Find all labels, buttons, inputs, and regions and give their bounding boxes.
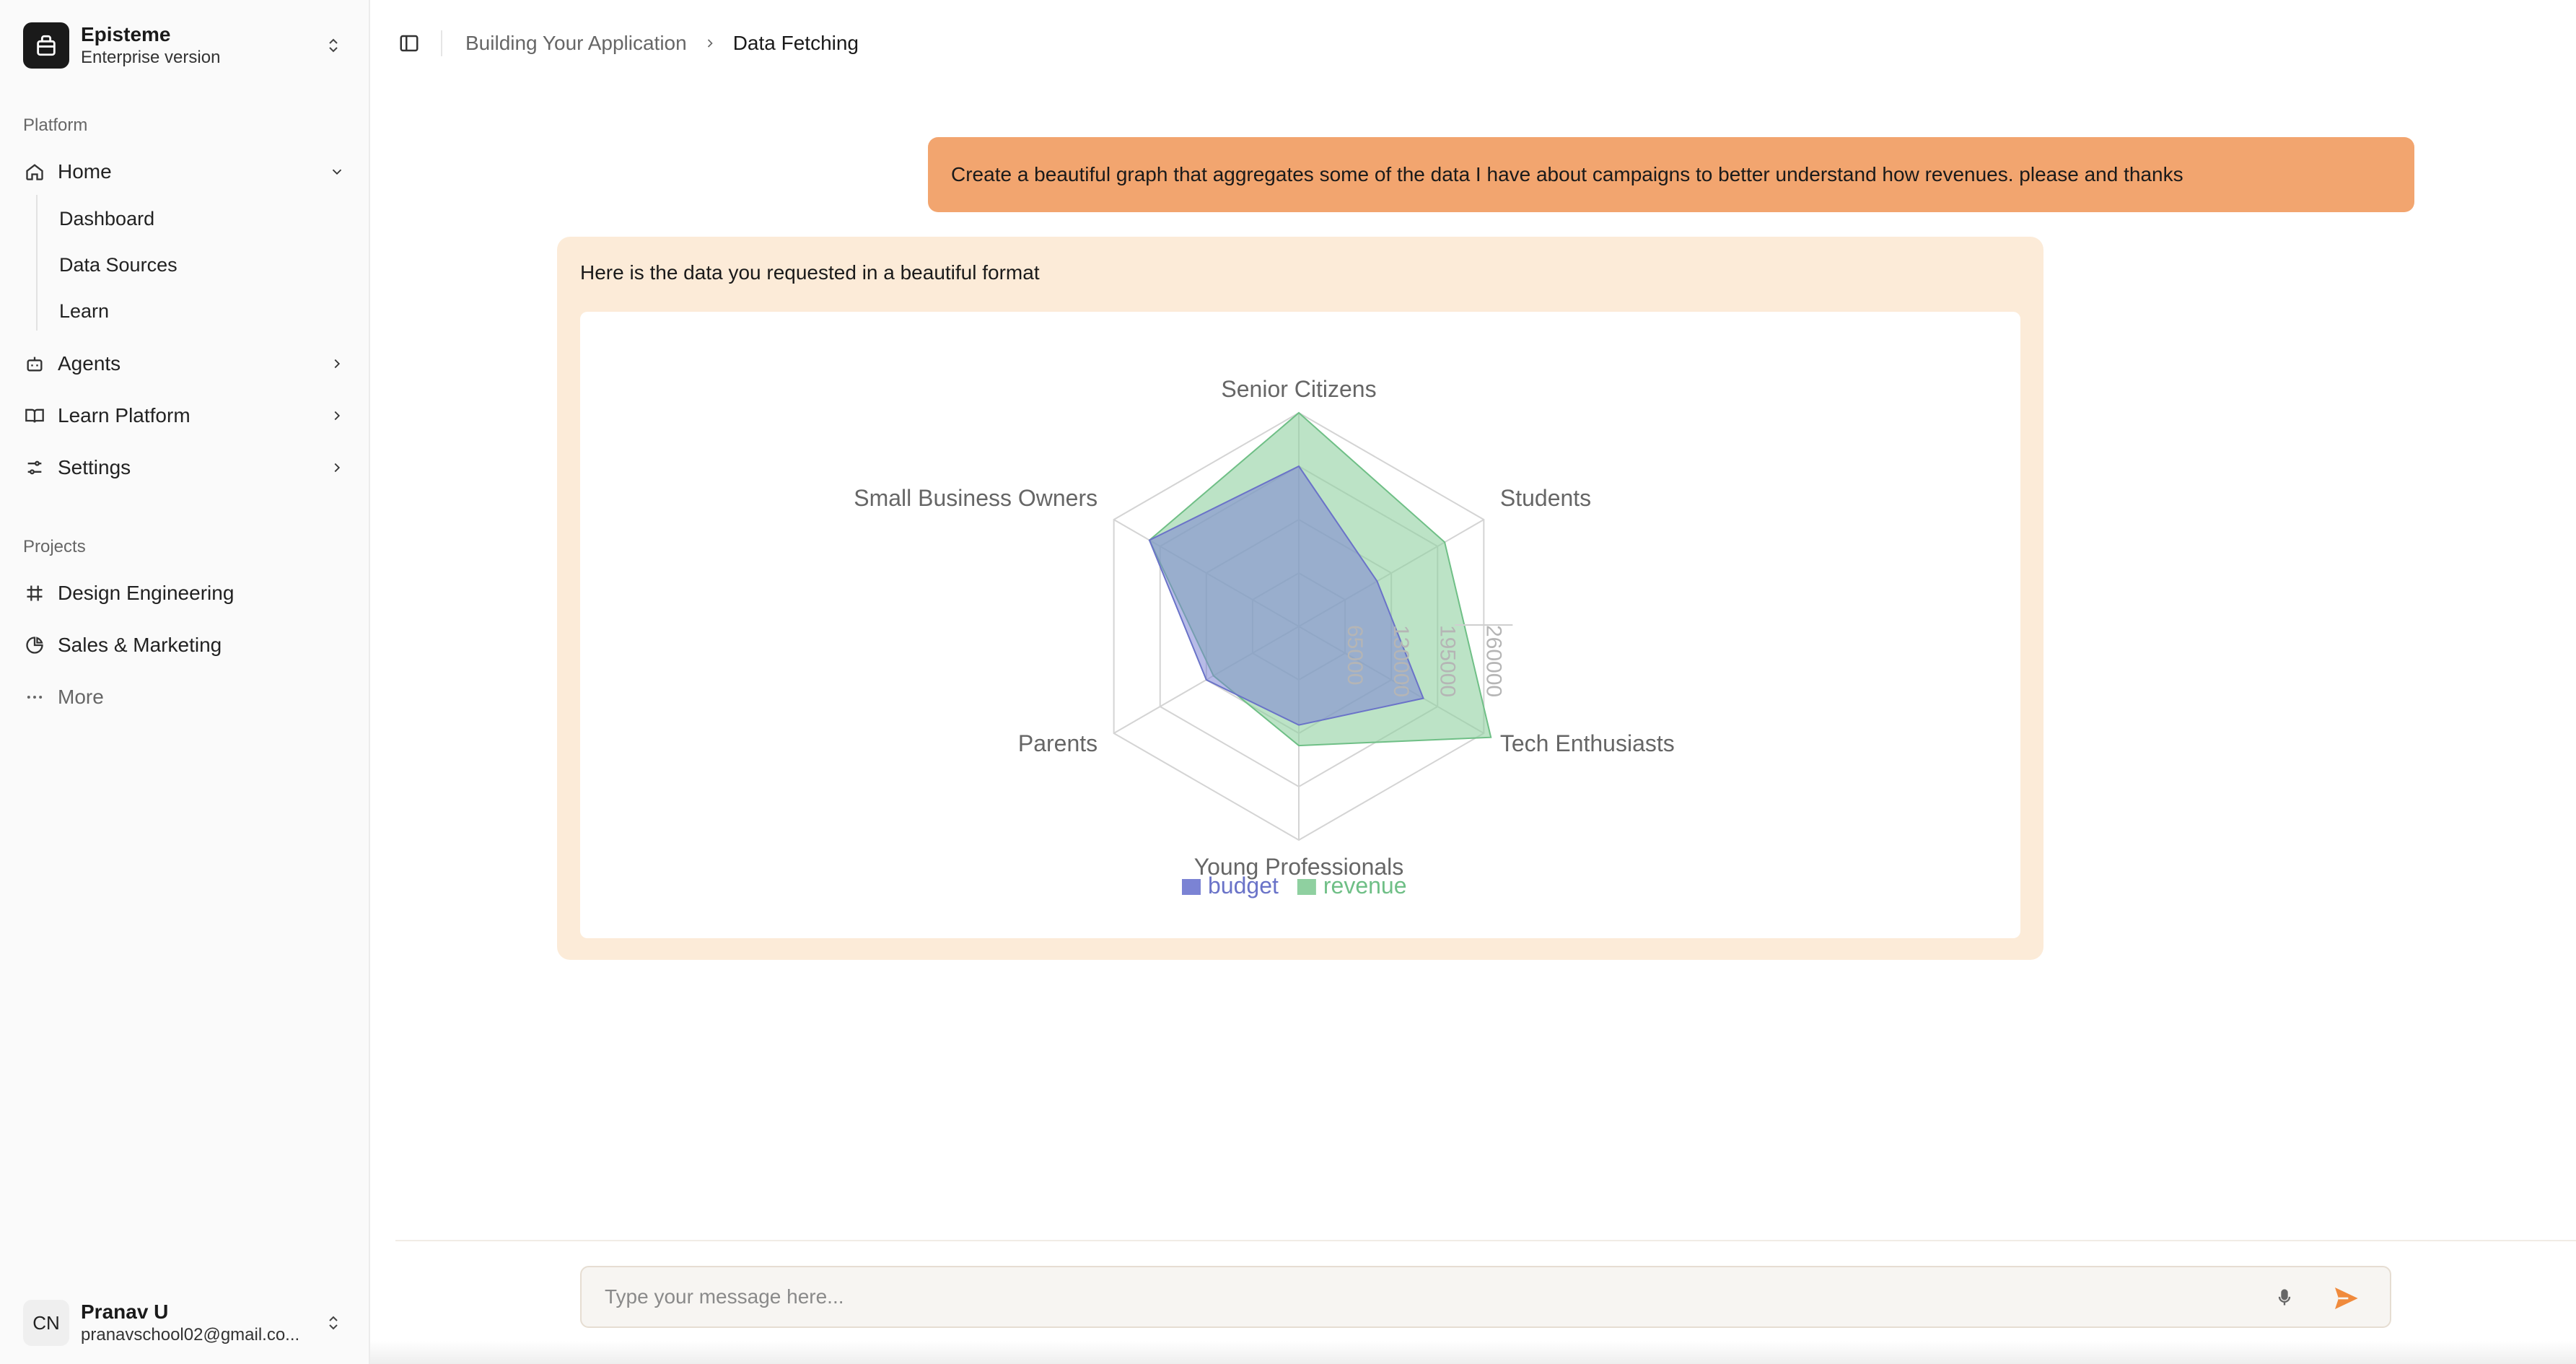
sidebar: Episteme Enterprise version Platform Hom… <box>0 0 370 1364</box>
sidebar-item-more[interactable]: More <box>23 677 348 717</box>
header-divider <box>441 30 442 56</box>
home-icon <box>23 160 46 183</box>
sidebar-item-label: Settings <box>58 456 131 478</box>
sidebar-item-learn[interactable]: Learn <box>59 300 109 323</box>
sidebar-item-data-sources[interactable]: Data Sources <box>59 254 178 276</box>
chevrons-up-down-icon <box>319 1308 348 1337</box>
sidebar-item-label: Learn Platform <box>58 404 190 427</box>
radar-category-label: Tech Enthusiasts <box>1500 730 1675 756</box>
chevron-down-icon <box>326 161 348 183</box>
avatar: CN <box>23 1300 69 1346</box>
assistant-message-text: Here is the data you requested in a beau… <box>580 261 1040 284</box>
radar-category-label: Parents <box>1018 730 1098 756</box>
project-sales-marketing[interactable]: Sales & Marketing <box>23 625 348 665</box>
book-icon <box>23 404 46 427</box>
org-text: Episteme Enterprise version <box>81 22 319 69</box>
microphone-icon[interactable] <box>2270 1283 2299 1312</box>
breadcrumb-parent[interactable]: Building Your Application <box>465 32 687 55</box>
chevron-right-icon <box>326 405 348 427</box>
bottom-shadow <box>370 1341 2576 1364</box>
chevron-right-icon <box>326 457 348 478</box>
projects-section-label: Projects <box>23 537 86 556</box>
platform-section-label: Platform <box>23 115 88 135</box>
top-header: Building Your Application Data Fetching <box>370 0 2576 89</box>
sidebar-item-label: Agents <box>58 352 121 375</box>
radar-tick-label: 260000 <box>1481 625 1505 697</box>
org-switcher[interactable]: Episteme Enterprise version <box>23 22 348 69</box>
radar-category-label: Small Business Owners <box>854 485 1098 511</box>
user-message-bubble: Create a beautiful graph that aggregates… <box>928 137 2414 212</box>
sliders-icon <box>23 456 46 479</box>
pie-chart-icon <box>23 634 46 657</box>
user-text: Pranav U pranavschool02@gmail.co... <box>81 1300 319 1346</box>
radar-category-label: Senior Citizens <box>1221 376 1376 402</box>
bot-icon <box>23 352 46 375</box>
radar-chart: 65000 130000 195000 260000 Senior Citizens St… <box>854 376 1675 899</box>
radar-chart-card: 65000 130000 195000 260000 Senior Citizens St… <box>580 312 2020 938</box>
user-menu[interactable]: CN Pranav U pranavschool02@gmail.co... <box>23 1299 348 1347</box>
radar-tick-label: 130000 <box>1389 625 1413 697</box>
org-name: Episteme <box>81 23 171 45</box>
breadcrumb: Building Your Application Data Fetching <box>465 32 859 55</box>
sidebar-toggle-icon[interactable] <box>396 30 422 56</box>
chevron-right-icon <box>326 353 348 375</box>
send-icon <box>2335 1288 2358 1309</box>
message-input[interactable] <box>605 1280 2264 1313</box>
org-plan: Enterprise version <box>81 48 221 67</box>
chevron-right-icon <box>703 36 717 51</box>
submenu-divider <box>36 195 38 331</box>
sidebar-item-dashboard[interactable]: Dashboard <box>59 208 154 230</box>
user-name: Pranav U <box>81 1300 169 1323</box>
chevrons-up-down-icon <box>319 31 348 60</box>
assistant-message-bubble: Here is the data you requested in a beau… <box>557 237 2043 960</box>
more-horizontal-icon <box>23 686 46 709</box>
radar-category-label: Students <box>1500 485 1591 511</box>
legend-swatch-revenue <box>1297 879 1316 895</box>
frame-icon <box>23 582 46 605</box>
breadcrumb-current: Data Fetching <box>732 32 859 54</box>
composer-divider <box>395 1240 2576 1241</box>
project-label: Design Engineering <box>58 582 235 604</box>
user-message-text: Create a beautiful graph that aggregates… <box>951 163 2183 185</box>
radar-tick-label: 195000 <box>1435 625 1459 697</box>
legend-label-revenue: revenue <box>1323 873 1407 899</box>
send-button[interactable] <box>2329 1282 2362 1315</box>
legend-swatch-budget <box>1182 879 1201 895</box>
sidebar-item-label: Home <box>58 160 112 183</box>
project-label: Sales & Marketing <box>58 634 222 656</box>
user-email: pranavschool02@gmail.co... <box>81 1325 300 1345</box>
project-design-engineering[interactable]: Design Engineering <box>23 573 348 613</box>
sidebar-item-agents[interactable]: Agents <box>23 344 348 384</box>
radar-tick-label: 65000 <box>1343 625 1367 685</box>
message-composer <box>580 1266 2391 1328</box>
sidebar-item-learn-platform[interactable]: Learn Platform <box>23 395 348 436</box>
more-label: More <box>58 686 104 708</box>
org-logo-icon <box>23 22 69 69</box>
legend-label-budget: budget <box>1208 873 1279 899</box>
sidebar-item-settings[interactable]: Settings <box>23 447 348 488</box>
sidebar-item-home[interactable]: Home <box>23 152 348 192</box>
app-window: Episteme Enterprise version Platform Hom… <box>0 0 2576 1364</box>
